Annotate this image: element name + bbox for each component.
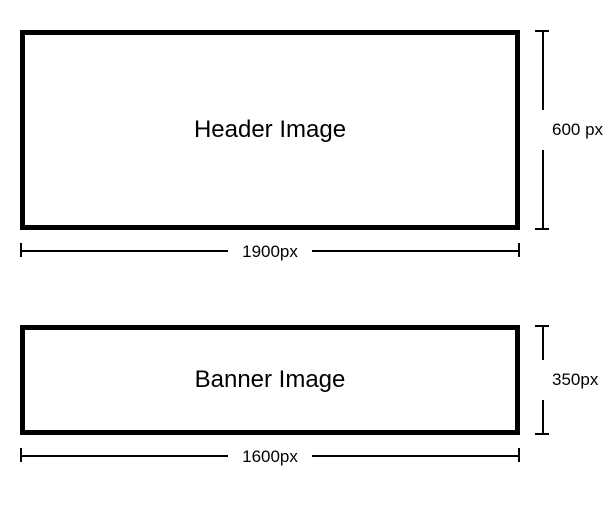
header-height-line-top bbox=[542, 30, 544, 110]
header-image-box: Header Image bbox=[20, 30, 520, 230]
header-height-tick-bottom bbox=[535, 228, 549, 230]
header-width-label: 1900px bbox=[228, 242, 312, 262]
header-height-line-bottom bbox=[542, 150, 544, 230]
header-width-tick-left bbox=[20, 243, 22, 257]
header-image-label: Header Image bbox=[194, 116, 346, 144]
banner-image-label: Banner Image bbox=[195, 366, 346, 394]
banner-width-label: 1600px bbox=[228, 447, 312, 467]
header-width-line-left bbox=[20, 250, 228, 252]
header-height-label: 600 px bbox=[552, 120, 603, 140]
header-width-tick-right bbox=[518, 243, 520, 257]
banner-height-label: 350px bbox=[552, 370, 598, 390]
banner-height-tick-top bbox=[535, 325, 549, 327]
banner-width-line-left bbox=[20, 455, 228, 457]
banner-width-tick-left bbox=[20, 448, 22, 462]
banner-height-line-bottom bbox=[542, 400, 544, 435]
header-width-line-right bbox=[312, 250, 520, 252]
banner-width-line-right bbox=[312, 455, 520, 457]
banner-image-box: Banner Image bbox=[20, 325, 520, 435]
banner-height-line-top bbox=[542, 325, 544, 360]
diagram-page: Header Image 1900px 600 px Banner Image … bbox=[0, 0, 613, 521]
header-height-tick-top bbox=[535, 30, 549, 32]
banner-width-tick-right bbox=[518, 448, 520, 462]
banner-height-tick-bottom bbox=[535, 433, 549, 435]
